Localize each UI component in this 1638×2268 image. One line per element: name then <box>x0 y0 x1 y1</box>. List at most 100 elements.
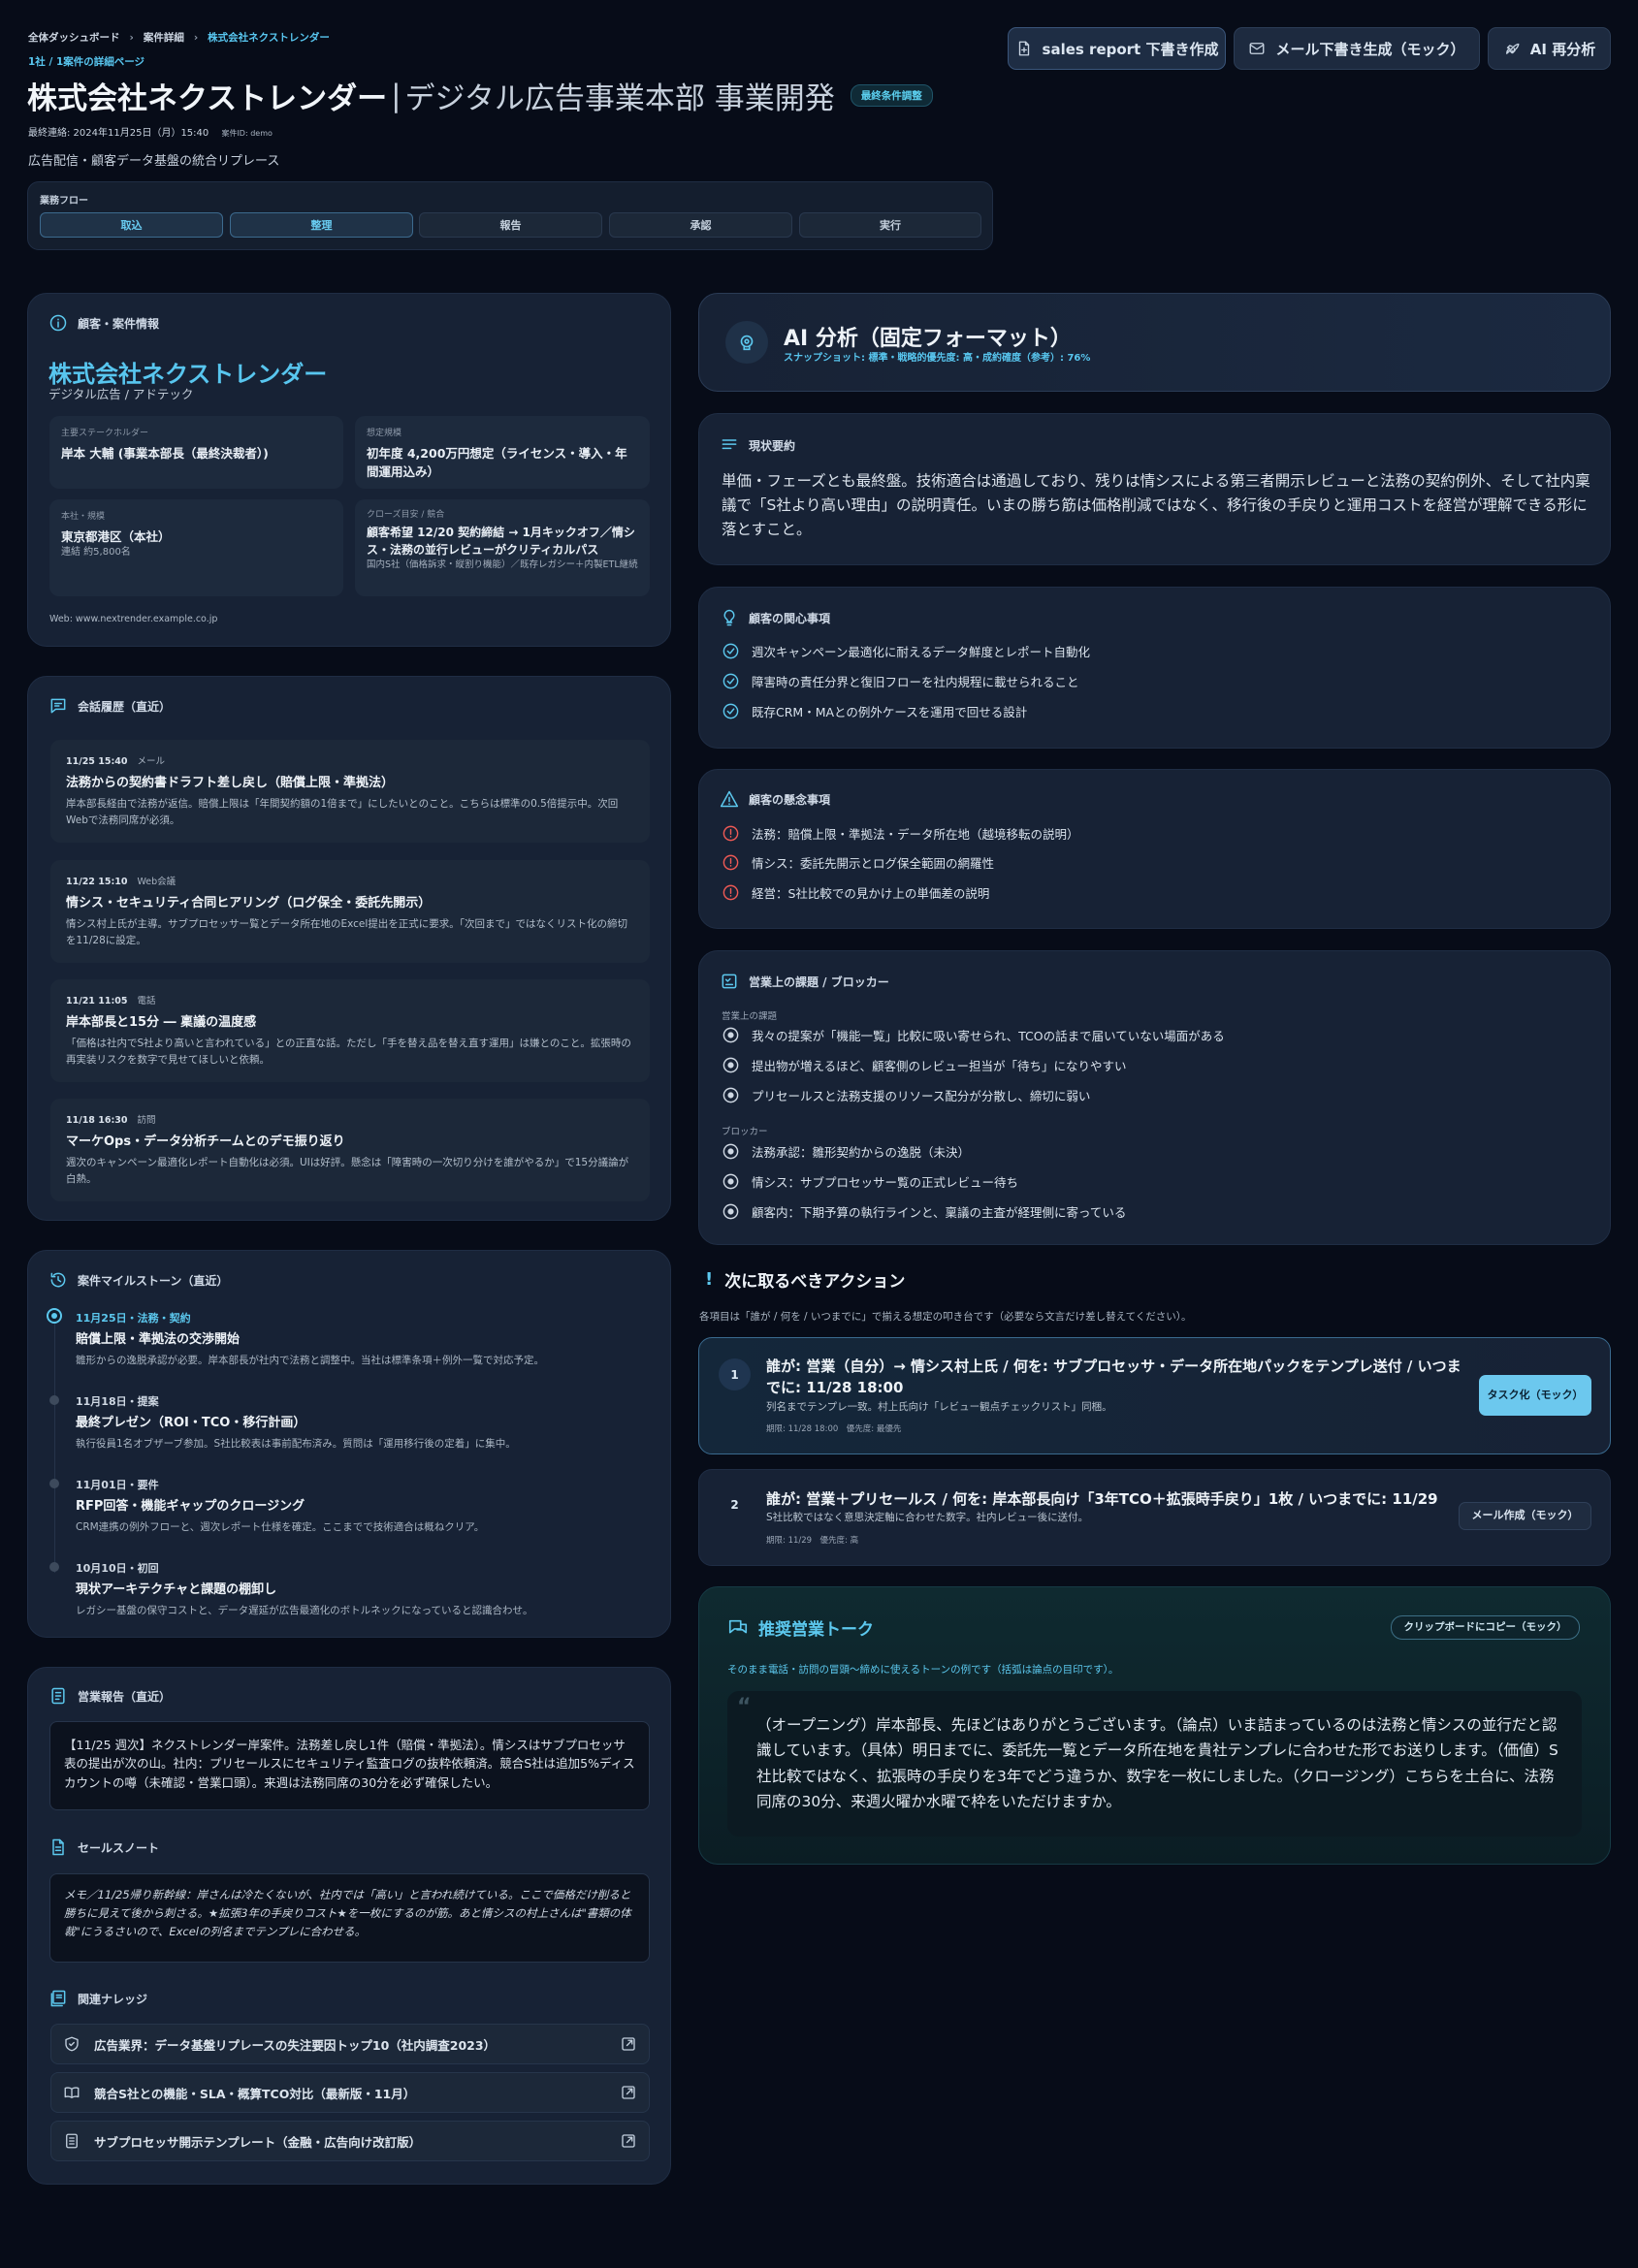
copy-clipboard-button[interactable]: クリップボードにコピー（モック） <box>1391 1615 1580 1640</box>
issue-item: 提出物が増えるほど、顧客側のレビュー担当が「待ち」になりやすい <box>722 1056 1127 1074</box>
milestone-item: 10月10日・初回 現状アーキテクチャと課題の棚卸し レガシー基盤の保守コストと… <box>76 1562 533 1616</box>
flow-step-approve[interactable]: 承認 <box>609 212 792 238</box>
note-icon <box>52 1838 64 1856</box>
knowledge-item[interactable]: 広告業界：データ基盤リプレースの失注要因トップ10（社内調査2023） <box>50 2024 650 2064</box>
flow-step-import[interactable]: 取込 <box>40 212 223 238</box>
action-number: 1 <box>719 1358 751 1390</box>
concerns-panel <box>698 769 1611 929</box>
interest-item: 週次キャンペーン最適化に耐えるデータ鮮度とレポート自動化 <box>722 642 1090 660</box>
last-contact: 最終連絡: 2024年11月25日（月）15:40 案件ID: demo <box>28 128 273 139</box>
action-title: 誰が: 営業（自分）→ 情シス村上氏 / 何を: サブプロセッサ・データ所在地パ… <box>766 1358 1461 1396</box>
target-icon <box>723 1087 739 1103</box>
quote-icon: “ <box>737 1695 752 1719</box>
action-description: 列名までテンプレ一致。村上氏向け「レビュー観点チェックリスト」同梱。 <box>766 1401 1112 1413</box>
external-link-icon <box>622 2086 635 2099</box>
report-icon <box>51 1687 65 1705</box>
case-id: 案件ID: demo <box>221 129 273 138</box>
ai-analysis-title: AI 分析（固定フォーマット） <box>784 327 1072 351</box>
action-meta: 期限: 11/29 優先度: 高 <box>766 1536 859 1546</box>
action-description: S社比較ではなく意思決定軸に合わせた数字。社内レビュー後に送付。 <box>766 1512 1089 1523</box>
target-icon <box>723 1143 739 1160</box>
close-competitor-card: クローズ目安 / 競合 顧客希望 12/20 契約締結 → 1月キックオフ／情シ… <box>355 499 650 596</box>
knowledge-item[interactable]: 競合S社との機能・SLA・概算TCO対比（最新版・11月） <box>50 2072 650 2113</box>
warning-triangle-icon <box>720 790 739 808</box>
chevron-right-icon: › <box>193 31 199 44</box>
knowledge-item[interactable]: サブプロセッサ開示テンプレート（金融・広告向け改訂版） <box>50 2121 650 2161</box>
flow-step-execute[interactable]: 実行 <box>799 212 981 238</box>
shield-icon <box>65 2036 79 2052</box>
external-link-icon <box>622 2037 635 2051</box>
target-icon <box>723 1057 739 1073</box>
sales-report-text: 【11/25 週次】ネクストレンダー岸案件。法務差し戻し1件（賠償・準拠法）。情… <box>49 1721 650 1810</box>
headquarters-card: 本社・規模 東京都港区（本社） 連結 約5,800名 <box>49 499 343 596</box>
conversation-item[interactable]: 11/22 15:10 Web会議 情シス・セキュリティ合同ヒアリング（ログ保全・… <box>50 860 650 963</box>
ai-reanalyze-button[interactable]: AI 再分析 <box>1488 27 1611 70</box>
ai-snapshot: スナップショット: 標準・戦略的優先度: 高・成約確度（参考）: 76% <box>784 353 1091 364</box>
milestone-item: 11月01日・要件 RFP回答・機能ギャップのクロージング CRM連携の例外フロ… <box>76 1479 485 1533</box>
breadcrumb-dashboard[interactable]: 全体ダッシュボード <box>28 30 120 45</box>
actions-header: ! 次に取るべきアクション <box>705 1269 906 1292</box>
issues-header: 営業上の課題 / ブロッカー <box>720 972 889 991</box>
case-description: 広告配信・顧客データ基盤の統合リプレース <box>28 154 280 169</box>
actions-note: 各項目は「誰が / 何を / いつまでに」で揃える想定の叩き台です（必要なら文言… <box>699 1311 1192 1323</box>
info-icon <box>49 314 67 332</box>
customer-industry: デジタル広告 / アドテック <box>48 387 194 401</box>
sales-note-text: メモ／11/25帰り新幹線：岸さんは冷たくないが、社内では「高い」と言われ続けて… <box>49 1873 650 1963</box>
lightbulb-icon <box>723 609 735 626</box>
blocker-item: 顧客内：下期予算の執行ラインと、稟議の主査が経理側に寄っている <box>722 1202 1126 1221</box>
rocket-icon <box>1505 43 1520 54</box>
page-subtitle: 1社 / 1案件の詳細ページ <box>28 56 145 68</box>
blockers-sublabel: ブロッカー <box>722 1127 768 1137</box>
flow-step-organize[interactable]: 整理 <box>230 212 413 238</box>
summary-header: 現状要約 <box>720 435 795 455</box>
conversation-item[interactable]: 11/18 16:30 訪問 マーケOps・データ分析チームとのデモ振り返り 週次… <box>50 1099 650 1201</box>
target-icon <box>723 1203 739 1220</box>
book-icon <box>64 2087 80 2098</box>
workflow-label: 業務フロー <box>40 196 88 207</box>
stakeholder-card: 主要ステークホルダー 岸本 大輔 (事業本部長（最終決裁者）) <box>49 416 343 489</box>
concerns-header: 顧客の懸念事項 <box>720 789 830 809</box>
document-plus-icon <box>1018 41 1029 56</box>
interest-item: 障害時の責任分界と復旧フローを社内規程に載せられること <box>722 672 1079 690</box>
target-icon <box>723 1027 739 1043</box>
chevron-right-icon: › <box>129 31 134 44</box>
summary-text: 単価・フェーズとも最終盤。技術適合は通過しており、残りは情シスによる第三者開示レ… <box>722 472 1590 538</box>
title-company: 株式会社ネクストレンダー <box>27 81 388 116</box>
interest-item: 既存CRM・MAとの例外ケースを運用で回せる設計 <box>722 702 1027 720</box>
knowledge-header: 関連ナレッジ <box>48 1989 147 2008</box>
interests-panel <box>698 587 1611 749</box>
issue-item: 我々の提案が「機能一覧」比較に吸い寄せられ、TCOの話まで届いていない場面がある <box>722 1026 1225 1044</box>
conversation-item[interactable]: 11/21 11:05 電話 岸本部長と15分 ― 稟議の温度感 「価格は社内でS… <box>50 979 650 1082</box>
breadcrumb-current: 株式会社ネクストレンダー <box>208 32 330 44</box>
blocker-item: 法務承認：雛形契約からの逸脱（未決） <box>722 1142 970 1161</box>
document-icon <box>66 2133 78 2149</box>
chat-icon <box>50 698 66 714</box>
issue-item: プリセールスと法務支援のリソース配分が分散し、締切に弱い <box>722 1086 1090 1104</box>
check-circle-icon <box>723 643 739 659</box>
breadcrumb: 全体ダッシュボード › 案件詳細 › 株式会社ネクストレンダー <box>28 30 330 45</box>
sales-report-draft-button[interactable]: sales report 下書き作成 <box>1008 27 1226 70</box>
talk-note: そのまま電話・訪問の冒頭〜締めに使えるトーンの例です（括弧は論点の目印です）。 <box>727 1664 1119 1676</box>
ai-icon-circle <box>725 321 768 364</box>
mail-draft-button[interactable]: メール下書き生成（モック） <box>1234 27 1480 70</box>
chat-bubbles-icon <box>728 1619 748 1633</box>
compose-mail-button[interactable]: メール作成（モック） <box>1459 1502 1591 1530</box>
breadcrumb-case-detail[interactable]: 案件詳細 <box>144 30 184 45</box>
issues-sublabel: 営業上の課題 <box>722 1011 778 1022</box>
create-task-button[interactable]: タスク化（モック） <box>1479 1375 1591 1416</box>
timeline-dot <box>49 1479 59 1488</box>
customer-website[interactable]: Web: www.nextrender.example.co.jp <box>49 614 217 624</box>
check-circle-icon <box>723 703 739 719</box>
flow-step-report[interactable]: 報告 <box>419 212 602 238</box>
conversation-item[interactable]: 11/25 15:40 メール 法務からの契約書ドラフト差し戻し（賠償上限・準拠法… <box>50 740 650 843</box>
checklist-icon <box>722 974 737 989</box>
customer-info-header: 顧客・案件情報 <box>48 313 159 333</box>
action-meta: 期限: 11/28 18:00 優先度: 最優先 <box>766 1424 902 1434</box>
history-icon <box>50 1272 66 1288</box>
sales-report-header: 営業報告（直近） <box>48 1686 171 1706</box>
blocker-item: 情シス：サブプロセッサー覧の正式レビュー待ち <box>722 1172 1018 1191</box>
timeline-dot <box>49 1562 59 1572</box>
concern-item: 法務：賠償上限・準拠法・データ所在地（越境移転の説明） <box>722 824 1079 843</box>
status-badge: 最終条件調整 <box>850 84 933 107</box>
milestone-item: 11月25日・法務・契約 賠償上限・準拠法の交渉開始 雛形からの逸脱承認が必要。… <box>76 1312 544 1366</box>
